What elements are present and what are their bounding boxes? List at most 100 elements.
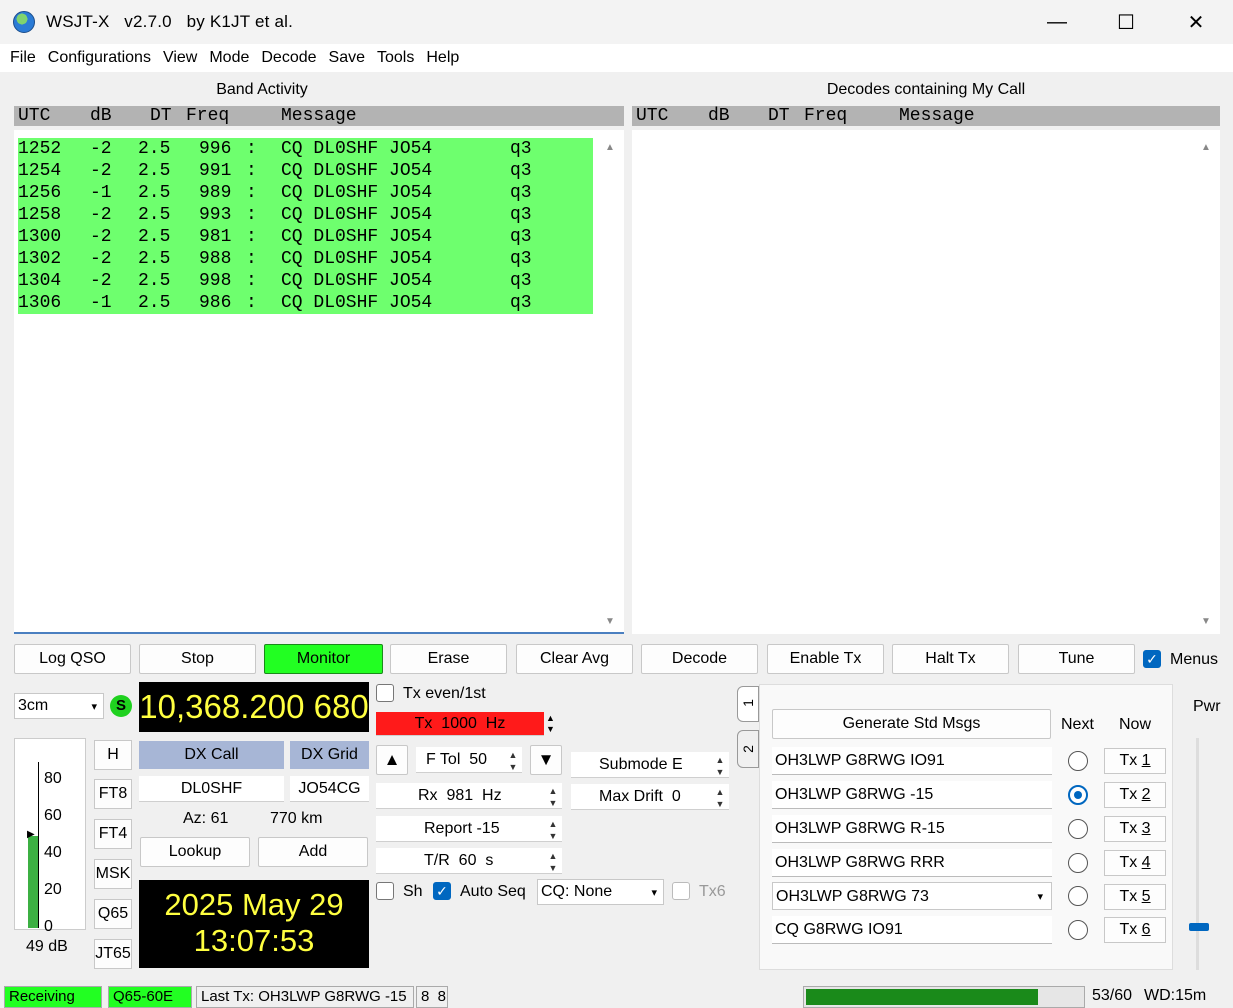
tx4-next-radio[interactable] [1068, 853, 1088, 873]
menu-tools[interactable]: Tools [371, 49, 420, 67]
decode-row[interactable]: 1306 -1 2.5 986: CQ DL0SHF JO54 q3 [18, 292, 593, 314]
add-button[interactable]: Add [258, 837, 368, 867]
spinner-icon[interactable]: ▲ ▼ [713, 786, 727, 810]
clear-avg-button[interactable]: Clear Avg [516, 644, 633, 674]
report-field[interactable]: Report -15 ▲ ▼ [376, 816, 562, 842]
max-drift-field[interactable]: Max Drift 0 ▲ ▼ [571, 784, 729, 810]
tune-button[interactable]: Tune [1018, 644, 1135, 674]
decode-row[interactable]: 1252 -2 2.5 996: CQ DL0SHF JO54 q3 [18, 138, 593, 160]
spinner-icon[interactable]: ▲ ▼ [546, 850, 560, 874]
decode-row[interactable]: 1258 -2 2.5 993: CQ DL0SHF JO54 q3 [18, 204, 593, 226]
dx-grid-label: DX Grid [290, 741, 369, 769]
tx2-message[interactable]: OH3LWP G8RWG -15 [772, 781, 1052, 809]
erase-button[interactable]: Erase [390, 644, 507, 674]
mode-q65-button[interactable]: Q65 [94, 899, 132, 929]
scroll-down-icon[interactable]: ▼ [1201, 616, 1211, 627]
tx3-button[interactable]: Tx 3 [1104, 816, 1166, 842]
tx1-next-radio[interactable] [1068, 751, 1088, 771]
tx4-button[interactable]: Tx 4 [1104, 850, 1166, 876]
auto-seq-checkbox[interactable]: ✓ [433, 882, 451, 900]
freq-up-button[interactable]: ▲ [376, 745, 408, 775]
tx5-message-select[interactable]: OH3LWP G8RWG 73 ▾ [772, 882, 1052, 910]
menu-configurations[interactable]: Configurations [42, 49, 157, 67]
close-button[interactable]: ✕ [1161, 0, 1231, 44]
clock-time: 13:07:53 [193, 923, 315, 958]
tx5-button[interactable]: Tx 5 [1104, 884, 1166, 910]
decode-button[interactable]: Decode [641, 644, 758, 674]
tx-even-checkbox[interactable] [376, 684, 394, 702]
tab-2[interactable]: 2 [737, 730, 759, 768]
s-badge[interactable]: S [110, 695, 132, 717]
tx6-message[interactable]: CQ G8RWG IO91 [772, 916, 1052, 944]
menus-checkbox[interactable]: ✓ [1143, 650, 1161, 668]
menu-help[interactable]: Help [420, 49, 465, 67]
tx4-message[interactable]: OH3LWP G8RWG RRR [772, 849, 1052, 877]
spinner-icon[interactable]: ▲ ▼ [713, 754, 727, 778]
menus-label: Menus [1170, 651, 1219, 668]
meter-tick: 80 [44, 770, 62, 787]
clock-date: 2025 May 29 [164, 887, 344, 922]
scroll-up-icon[interactable]: ▲ [605, 142, 615, 153]
window-title: WSJT-X v2.7.0 by K1JT et al. [46, 12, 294, 31]
mode-ft4-button[interactable]: FT4 [94, 819, 132, 849]
status-mode: Q65-60E [108, 986, 192, 1008]
tr-period-field[interactable]: T/R 60 s ▲ ▼ [376, 848, 562, 874]
tr-period: T/R 60 s [424, 851, 494, 869]
tx-freq-spinner-icon[interactable]: ▲ ▼ [546, 713, 555, 735]
submode-field[interactable]: Submode E ▲ ▼ [571, 752, 729, 778]
tx-frequency[interactable]: Tx 1000 Hz [376, 712, 544, 736]
tx3-message[interactable]: OH3LWP G8RWG R-15 [772, 815, 1052, 843]
tx6-checkbox[interactable] [672, 882, 690, 900]
pwr-slider-track[interactable] [1196, 738, 1199, 970]
dx-grid-input[interactable]: JO54CG [290, 776, 369, 802]
band-select[interactable]: 3cm ▾ [14, 693, 104, 719]
tx1-message[interactable]: OH3LWP G8RWG IO91 [772, 747, 1052, 775]
tx1-button[interactable]: Tx 1 [1104, 748, 1166, 774]
freq-down-button[interactable]: ▼ [530, 745, 562, 775]
my-call-list[interactable] [632, 130, 1220, 634]
tx6-next-radio[interactable] [1068, 920, 1088, 940]
maximize-button[interactable]: ☐ [1091, 0, 1161, 44]
scroll-up-icon[interactable]: ▲ [1201, 142, 1211, 153]
tx2-button[interactable]: Tx 2 [1104, 782, 1166, 808]
menu-view[interactable]: View [157, 49, 203, 67]
pwr-slider-handle[interactable] [1189, 923, 1209, 931]
decode-row[interactable]: 1254 -2 2.5 991: CQ DL0SHF JO54 q3 [18, 160, 593, 182]
monitor-button[interactable]: Monitor [264, 644, 383, 674]
minimize-button[interactable]: — [1022, 0, 1092, 44]
cq-select[interactable]: CQ: None ▾ [537, 879, 664, 905]
tab-1[interactable]: 1 [737, 686, 759, 722]
halt-tx-button[interactable]: Halt Tx [892, 644, 1009, 674]
enable-tx-button[interactable]: Enable Tx [767, 644, 884, 674]
spinner-icon[interactable]: ▲ ▼ [546, 785, 560, 809]
decode-row[interactable]: 1304 -2 2.5 998: CQ DL0SHF JO54 q3 [18, 270, 593, 292]
header-message: Message [281, 106, 357, 126]
sh-checkbox[interactable] [376, 882, 394, 900]
tx3-next-radio[interactable] [1068, 819, 1088, 839]
spinner-icon[interactable]: ▲ ▼ [546, 818, 560, 842]
menu-decode[interactable]: Decode [255, 49, 322, 67]
dx-call-input[interactable]: DL0SHF [139, 776, 284, 802]
tx5-next-radio[interactable] [1068, 886, 1088, 906]
generate-std-msgs-button[interactable]: Generate Std Msgs [772, 709, 1051, 739]
f-tol-field[interactable]: F Tol 50 ▲ ▼ [416, 747, 522, 773]
mode-h-button[interactable]: H [94, 740, 132, 770]
decode-row[interactable]: 1302 -2 2.5 988: CQ DL0SHF JO54 q3 [18, 248, 593, 270]
decode-row[interactable]: 1256 -1 2.5 989: CQ DL0SHF JO54 q3 [18, 182, 593, 204]
stop-button[interactable]: Stop [139, 644, 256, 674]
tx6-button[interactable]: Tx 6 [1104, 917, 1166, 943]
spinner-icon[interactable]: ▲ ▼ [506, 749, 520, 773]
decode-row[interactable]: 1300 -2 2.5 981: CQ DL0SHF JO54 q3 [18, 226, 593, 248]
mode-jt65-button[interactable]: JT65 [94, 939, 132, 969]
menu-file[interactable]: File [4, 49, 42, 67]
mode-msk-button[interactable]: MSK [94, 859, 132, 889]
mode-ft8-button[interactable]: FT8 [94, 779, 132, 809]
scroll-down-icon[interactable]: ▼ [605, 616, 615, 627]
lookup-button[interactable]: Lookup [140, 837, 250, 867]
rx-frequency-field[interactable]: Rx 981 Hz ▲ ▼ [376, 783, 562, 809]
log-qso-button[interactable]: Log QSO [14, 644, 131, 674]
menu-save[interactable]: Save [323, 49, 371, 67]
menu-mode[interactable]: Mode [203, 49, 255, 67]
header-db: dB [708, 106, 730, 126]
tx2-next-radio[interactable] [1068, 785, 1088, 805]
